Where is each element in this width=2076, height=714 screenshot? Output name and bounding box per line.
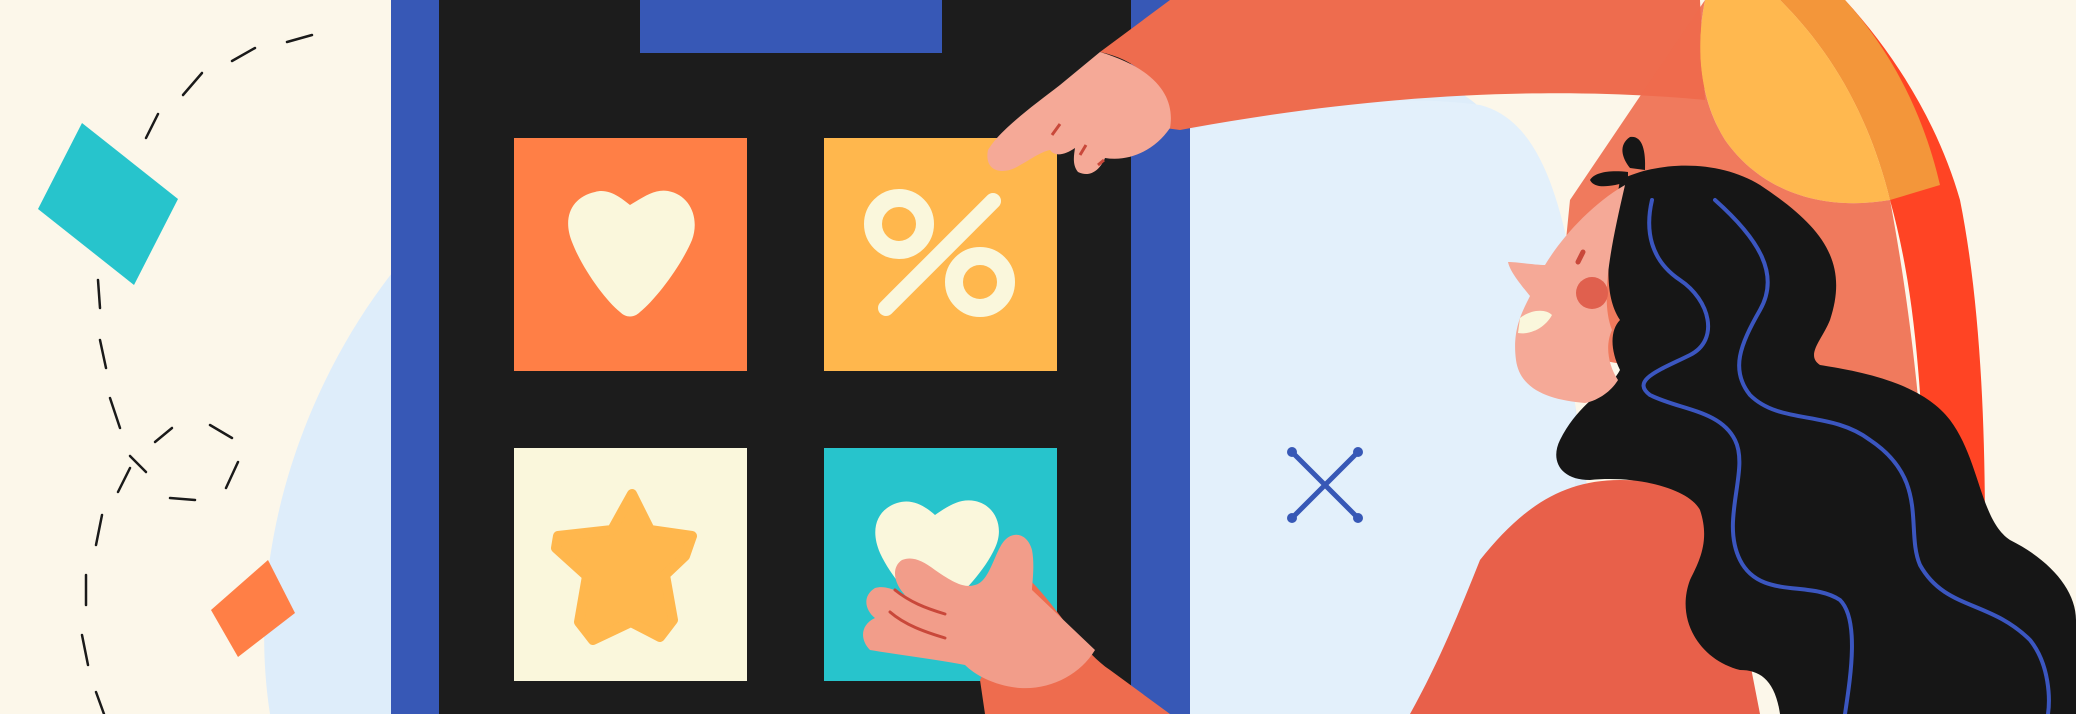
phone-notch [640,0,942,53]
illustration-scene [0,0,2076,714]
percent-tile[interactable] [824,138,1057,371]
heart-tile[interactable] [514,138,747,371]
star-tile[interactable] [514,448,747,681]
phone-frame-left [391,0,439,714]
woman-cheek [1576,277,1608,309]
